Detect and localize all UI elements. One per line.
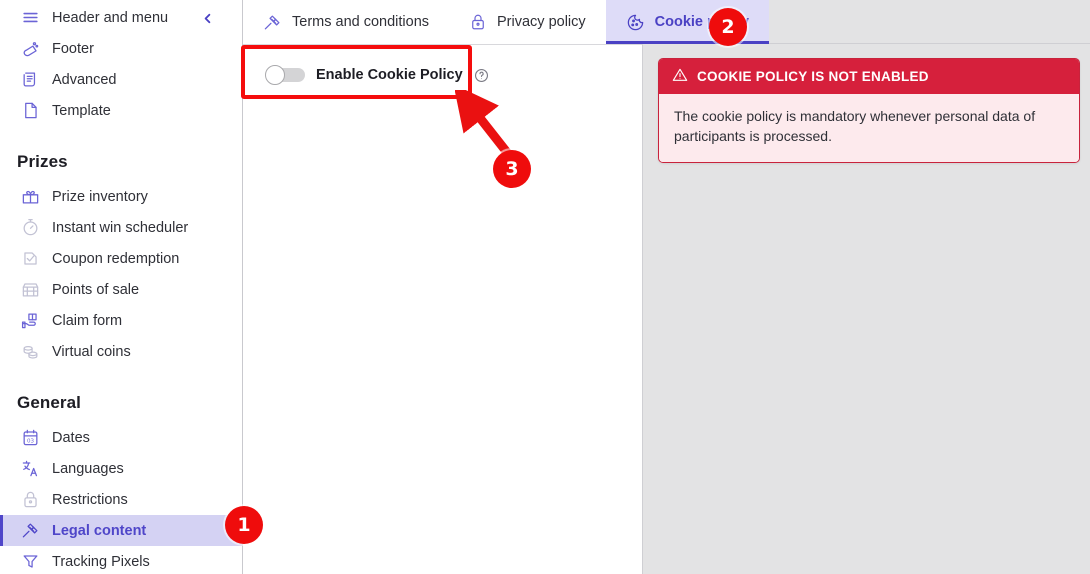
app-root: Header and menu Footer Advanced Template [0, 0, 1090, 574]
sidebar-item-label: Header and menu [52, 9, 169, 26]
gift-icon [19, 186, 41, 208]
sidebar-item-legal-content[interactable]: Legal content [0, 515, 242, 546]
page-icon [19, 100, 41, 122]
warning-triangle-icon [672, 67, 688, 86]
sidebar-item-template[interactable]: Template [0, 95, 242, 126]
sidebar-item-virtual-coins[interactable]: Virtual coins [0, 336, 242, 367]
sidebar-item-label: Prize inventory [52, 188, 148, 205]
menu-lines-icon [19, 7, 41, 29]
sidebar-item-label: Languages [52, 460, 124, 477]
translate-icon [19, 458, 41, 480]
legal-content-tabbar: Terms and conditions Privacy policy Cook… [243, 0, 1090, 44]
lock-icon [19, 489, 41, 511]
lock-icon [469, 13, 487, 31]
enable-cookie-policy-toggle[interactable] [265, 65, 305, 85]
sidebar-item-restrictions[interactable]: Restrictions [0, 484, 242, 515]
sidebar-item-advanced[interactable]: Advanced [0, 64, 242, 95]
alert-body: The cookie policy is mandatory whenever … [659, 94, 1079, 162]
cookie-policy-preview-panel: COOKIE POLICY IS NOT ENABLED The cookie … [644, 44, 1090, 574]
cookie-policy-settings-panel: Enable Cookie Policy [243, 44, 643, 574]
hand-gift-icon [19, 310, 41, 332]
sidebar-item-label: Virtual coins [52, 343, 131, 360]
sidebar-item-label: Template [52, 102, 111, 119]
sidebar-item-label: Points of sale [52, 281, 140, 298]
sidebar-section-title-general: General [17, 393, 82, 412]
footer-icon [19, 38, 41, 60]
annotation-badge-1: 1 [225, 506, 263, 544]
sidebar-item-tracking-pixels[interactable]: Tracking Pixels [0, 546, 242, 574]
sidebar-item-label: Restrictions [52, 491, 128, 508]
sidebar-item-dates[interactable]: 03 Dates [0, 422, 242, 453]
stopwatch-icon [19, 217, 41, 239]
store-icon [19, 279, 41, 301]
gavel-icon [19, 520, 41, 542]
toggle-knob [265, 65, 285, 85]
sidebar-scroll-area[interactable]: Header and menu Footer Advanced Template [0, 0, 242, 574]
tab-terms-and-conditions[interactable]: Terms and conditions [243, 0, 449, 44]
calendar-icon: 03 [19, 427, 41, 449]
sidebar-item-label: Dates [52, 429, 90, 446]
sidebar-item-header-and-menu[interactable]: Header and menu [0, 2, 242, 33]
alert-title: COOKIE POLICY IS NOT ENABLED [697, 69, 929, 84]
svg-text:03: 03 [26, 438, 34, 444]
tab-label: Terms and conditions [292, 14, 430, 30]
sidebar-item-prize-inventory[interactable]: Prize inventory [0, 181, 242, 212]
tab-privacy-policy[interactable]: Privacy policy [449, 0, 606, 44]
coupon-icon [19, 248, 41, 270]
tabbar-filler [768, 0, 1090, 44]
sidebar-item-label: Claim form [52, 312, 123, 329]
coins-icon [19, 341, 41, 363]
sidebar-item-claim-form[interactable]: Claim form [0, 305, 242, 336]
enable-cookie-policy-row: Enable Cookie Policy [243, 45, 642, 85]
sidebar-item-label: Footer [52, 40, 94, 57]
funnel-icon [19, 551, 41, 573]
sidebar-item-footer[interactable]: Footer [0, 33, 242, 64]
sidebar-item-label: Instant win scheduler [52, 219, 189, 236]
sidebar-item-label: Advanced [52, 71, 117, 88]
sidebar-section-title-prizes: Prizes [17, 152, 68, 171]
annotation-badge-3: 3 [493, 150, 531, 188]
scroll-document-icon [19, 69, 41, 91]
sidebar-item-label: Tracking Pixels [52, 553, 150, 570]
tab-label: Privacy policy [497, 14, 586, 30]
sidebar-item-coupon-redemption[interactable]: Coupon redemption [0, 243, 242, 274]
sidebar-item-points-of-sale[interactable]: Points of sale [0, 274, 242, 305]
sidebar-item-languages[interactable]: Languages [0, 453, 242, 484]
cookie-policy-alert: COOKIE POLICY IS NOT ENABLED The cookie … [658, 58, 1080, 163]
annotation-badge-2: 2 [709, 8, 747, 46]
enable-cookie-policy-label: Enable Cookie Policy [316, 67, 463, 83]
cookie-icon [626, 13, 645, 32]
gavel-icon [263, 13, 282, 32]
question-circle-icon[interactable] [474, 68, 489, 83]
sidebar-item-label: Coupon redemption [52, 250, 180, 267]
alert-header: COOKIE POLICY IS NOT ENABLED [659, 59, 1079, 94]
sidebar: Header and menu Footer Advanced Template [0, 0, 243, 574]
sidebar-item-instant-win-scheduler[interactable]: Instant win scheduler [0, 212, 242, 243]
sidebar-item-label: Legal content [52, 522, 147, 539]
